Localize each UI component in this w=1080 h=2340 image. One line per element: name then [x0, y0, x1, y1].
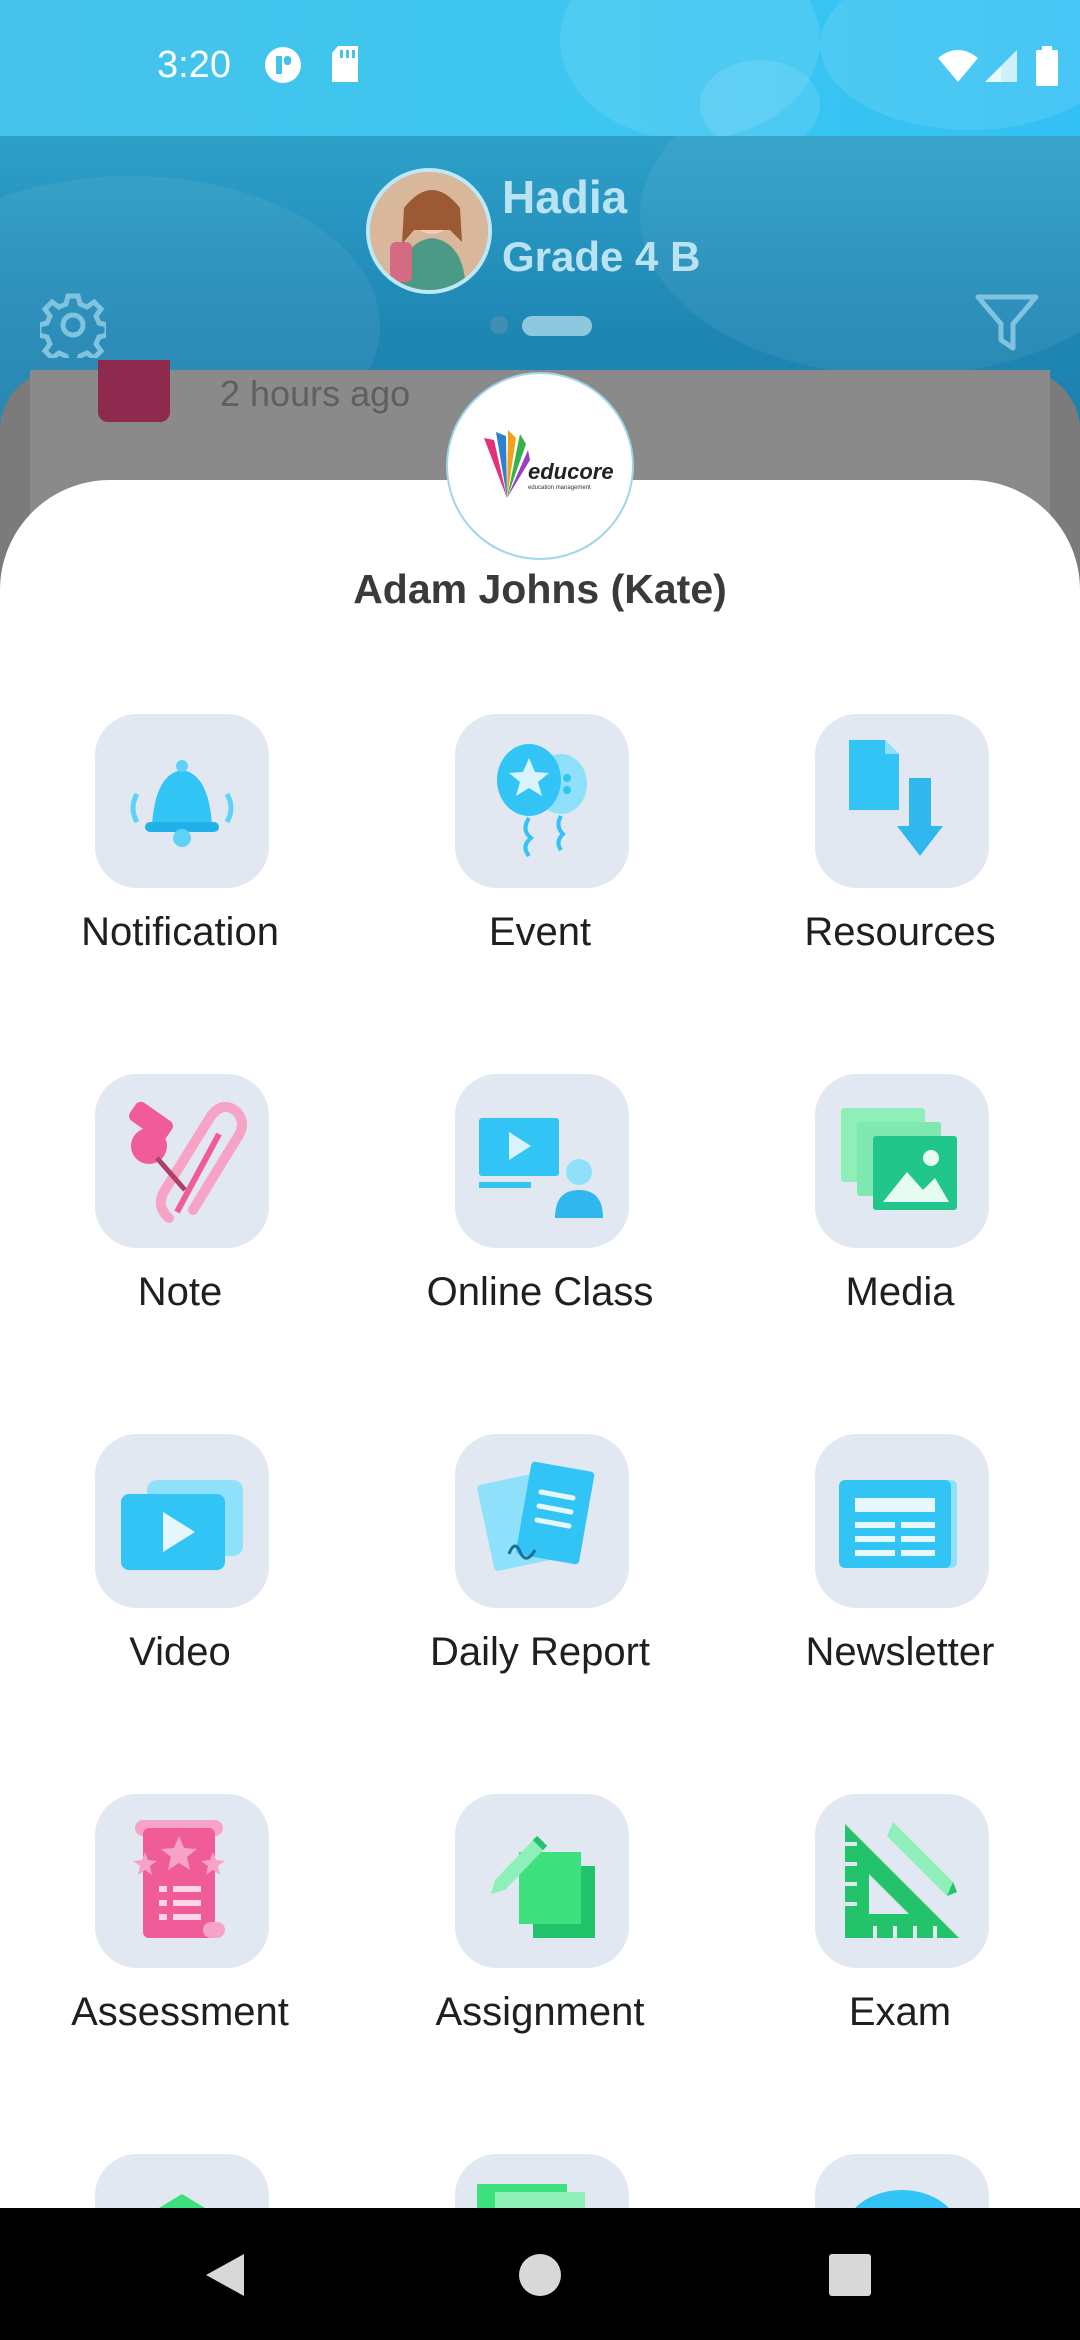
menu-item-label: Online Class: [426, 1270, 654, 1314]
online-class-icon: [479, 1118, 603, 1218]
media-gallery-icon: [841, 1108, 957, 1210]
menu-item-label: Event: [488, 910, 592, 954]
menu-item-exam[interactable]: Exam: [720, 1794, 1080, 2094]
menu-item-partial-1[interactable]: [0, 2154, 360, 2208]
menu-item-assignment[interactable]: Assignment: [360, 1794, 720, 2094]
settings-gear-icon[interactable]: [40, 292, 106, 358]
menu-item-label: Media: [845, 1270, 955, 1314]
menu-item-partial-3[interactable]: [720, 2154, 1080, 2208]
battery-icon: [1036, 46, 1058, 86]
menu-item-notification[interactable]: Notification: [0, 714, 360, 1014]
user-name: Adam Johns (Kate): [353, 566, 727, 612]
scroll-stars-icon: [133, 1820, 225, 1938]
system-nav-bar: [0, 2208, 1080, 2340]
video-play-icon: [121, 1480, 243, 1570]
student-grade: Grade 4 B: [502, 233, 701, 280]
report-pages-icon: [477, 1461, 595, 1571]
partial-green-icon: [158, 2194, 206, 2208]
school-logo: educore education management: [446, 372, 634, 560]
menu-item-resources[interactable]: Resources: [720, 714, 1080, 1014]
download-file-icon: [849, 740, 943, 856]
menu-item-label: Assessment: [71, 1990, 289, 2034]
cast-icon: [265, 47, 301, 83]
menu-item-note[interactable]: Note: [0, 1074, 360, 1374]
logo-subtext: education management: [528, 485, 591, 491]
bell-icon: [130, 760, 234, 847]
back-icon[interactable]: [204, 2252, 246, 2298]
set-square-pencil-icon: [845, 1822, 959, 1938]
menu-item-label: Newsletter: [805, 1630, 995, 1674]
menu-item-daily-report[interactable]: Daily Report: [360, 1434, 720, 1734]
filter-icon[interactable]: [975, 294, 1039, 352]
menu-item-partial-2[interactable]: [360, 2154, 720, 2208]
student-avatar[interactable]: [366, 168, 492, 294]
pin-paperclip-icon: [129, 1101, 247, 1223]
menu-item-label: Exam: [848, 1990, 952, 2034]
menu-item-video[interactable]: Video: [0, 1434, 360, 1734]
home-icon[interactable]: [518, 2253, 562, 2297]
newsletter-icon: [839, 1480, 957, 1568]
page-dot: [490, 316, 508, 334]
sd-card-icon: [332, 46, 358, 82]
status-bar: 3:20: [0, 0, 1080, 136]
partial-blue-icon: [855, 2190, 949, 2208]
feed-time-ago: 2 hours ago: [220, 373, 411, 414]
menu-item-event[interactable]: Event: [360, 714, 720, 1014]
student-name: Hadia: [502, 171, 628, 223]
signal-icon: [985, 50, 1017, 82]
menu-item-label: Video: [129, 1630, 231, 1674]
assignment-pen-icon: [491, 1835, 595, 1938]
menu-item-media[interactable]: Media: [720, 1074, 1080, 1374]
logo-text: educore: [528, 459, 614, 484]
menu-item-assessment[interactable]: Assessment: [0, 1794, 360, 2094]
menu-item-label: Assignment: [435, 1990, 645, 2034]
menu-item-label: Resources: [804, 910, 996, 954]
wifi-icon: [938, 50, 978, 82]
menu-item-newsletter[interactable]: Newsletter: [720, 1434, 1080, 1734]
menu-item-online-class[interactable]: Online Class: [360, 1074, 720, 1374]
status-time: 3:20: [157, 44, 231, 86]
balloon-icon: [497, 744, 587, 858]
document-icon: [98, 360, 170, 422]
menu-item-label: Note: [137, 1270, 223, 1314]
recents-icon[interactable]: [829, 2254, 871, 2296]
menu-item-label: Notification: [81, 910, 279, 954]
page-dot-active: [522, 316, 592, 336]
partial-media-icon: [477, 2184, 585, 2208]
menu-item-label: Daily Report: [429, 1630, 651, 1674]
